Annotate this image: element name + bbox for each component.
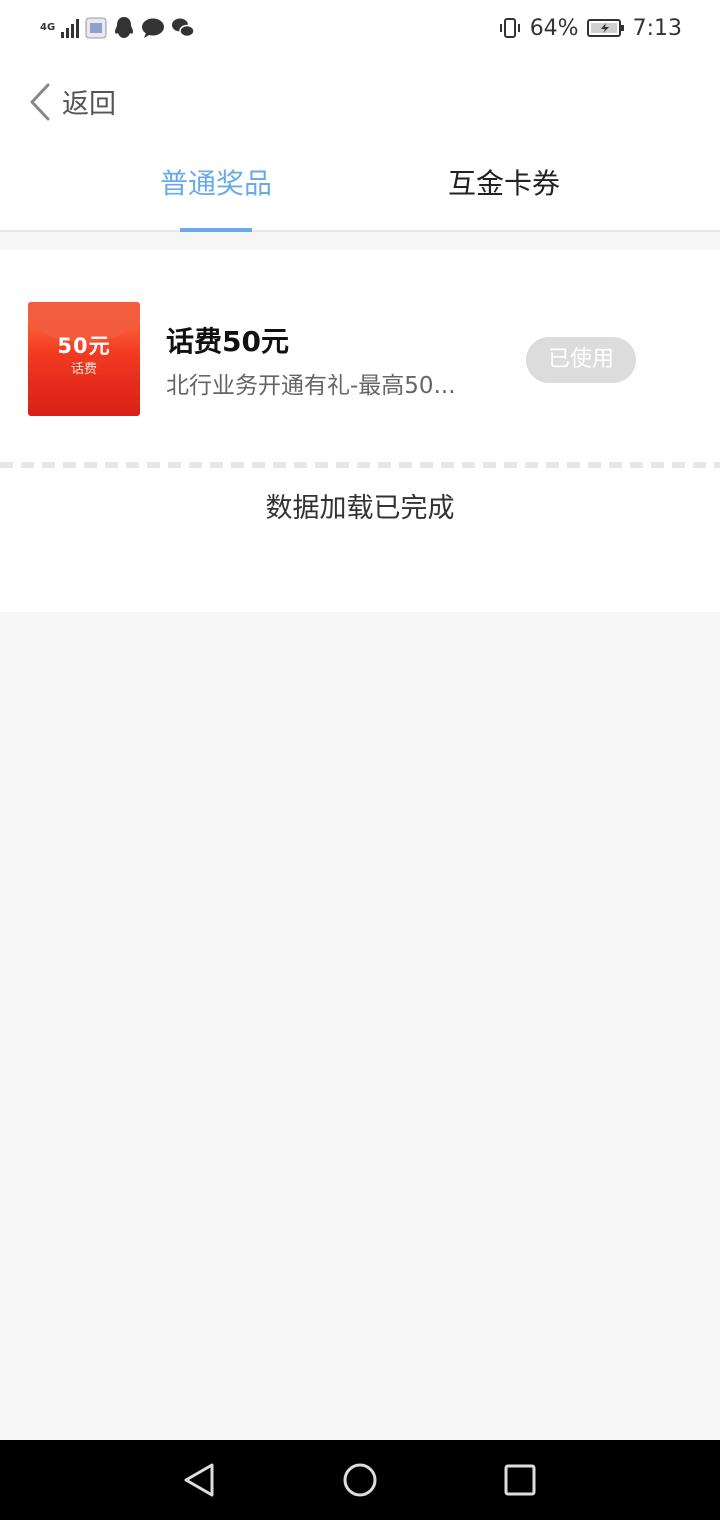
message-icon: [142, 18, 165, 38]
tab-regular-prizes[interactable]: 普通奖品: [96, 162, 336, 202]
prize-description: 北行业务开通有礼-最高50...: [166, 373, 456, 399]
back-button[interactable]: 返回: [28, 82, 116, 121]
prize-list: 50元 话费 话费50元 北行业务开通有礼-最高50... 已使用 数据加载已完…: [0, 250, 720, 612]
back-triangle-icon[interactable]: [180, 1460, 220, 1500]
status-bar: 4G 64% 7:13: [0, 0, 720, 56]
app-notification-icon: [85, 17, 107, 39]
prize-title: 话费50元: [166, 325, 289, 358]
thumbnail-subtitle: 话费: [70, 362, 97, 377]
load-complete-text: 数据加载已完成: [265, 493, 455, 524]
wechat-icon: [172, 18, 195, 38]
clock: 7:13: [632, 15, 682, 41]
battery-icon: [586, 19, 624, 37]
network-type: 4G: [40, 22, 56, 33]
status-icons-right: 64% 7:13: [498, 14, 682, 42]
signal-icon: [61, 18, 80, 38]
active-tab-indicator: [180, 228, 252, 232]
home-circle-icon[interactable]: [340, 1460, 380, 1500]
tab-fintech-coupons[interactable]: 互金卡券: [384, 162, 624, 202]
thumbnail-amount: 50元: [57, 334, 111, 358]
recents-square-icon[interactable]: [500, 1460, 540, 1500]
navigation-bar: [0, 1440, 720, 1520]
chevron-left-icon: [30, 83, 50, 120]
dashed-divider: [0, 462, 720, 468]
qq-icon: [115, 17, 134, 38]
tab-bar: 普通奖品 互金卡券: [0, 156, 720, 232]
red-envelope-thumbnail: 50元 话费: [28, 302, 140, 416]
back-label: 返回: [62, 89, 116, 120]
list-item[interactable]: 50元 话费 话费50元 北行业务开通有礼-最高50... 已使用: [0, 250, 720, 462]
status-badge: 已使用: [526, 337, 636, 383]
header: 返回 普通奖品 互金卡券: [0, 56, 720, 232]
status-icons-left: 4G: [40, 14, 195, 42]
battery-percent: 64%: [529, 15, 579, 41]
vibrate-icon: [499, 18, 520, 38]
